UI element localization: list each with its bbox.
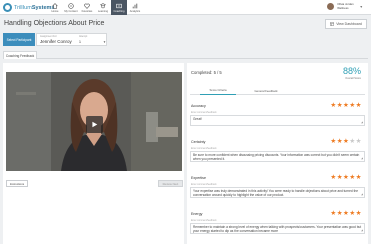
- criterion-name: Energy: [191, 212, 203, 216]
- play-icon: [92, 121, 98, 128]
- learning-icon: [100, 2, 106, 8]
- coaching-icon: [116, 3, 122, 8]
- star-rating[interactable]: ★★★★★: [330, 102, 362, 109]
- feedback-field-label: Enter comment/feedback: [191, 184, 217, 186]
- feedback-field-label: Enter comment/feedback: [191, 148, 217, 150]
- nav-my-content[interactable]: My Content: [63, 0, 79, 15]
- overall-score-label: Overall Score: [345, 77, 361, 80]
- user-role: Wellness: [337, 5, 349, 10]
- select-participant-button[interactable]: Select Participant: [3, 33, 35, 46]
- resize-handle-icon[interactable]: ◢: [361, 193, 363, 197]
- feedback-textarea[interactable]: Remember to maintain a strong level of e…: [190, 223, 365, 234]
- attempt-select[interactable]: 1: [79, 40, 81, 44]
- top-bar: TrillIumSystems Home My Content Favorite…: [0, 0, 371, 15]
- feedback-text: Remember to maintain a strong level of e…: [193, 225, 362, 234]
- nav-coaching-label: Coaching: [113, 9, 125, 13]
- assignment-selector: Assignment For Jennifer Conroy Attempt 1…: [36, 33, 107, 46]
- nav-my-content-label: My Content: [64, 9, 78, 13]
- star-icon[interactable]: ★: [356, 174, 362, 181]
- dashboard-icon: [330, 22, 334, 26]
- nav-favorites[interactable]: Favorites: [79, 0, 95, 15]
- play-button[interactable]: [86, 116, 103, 133]
- feedback-textarea[interactable]: Great! ◢: [190, 115, 365, 126]
- video-player[interactable]: [6, 72, 182, 171]
- resize-handle-icon[interactable]: ◢: [361, 157, 363, 161]
- feedback-text: Great!: [193, 117, 202, 121]
- user-info: Olivia Jordan Wellness: [337, 2, 353, 10]
- nav-home[interactable]: Home: [47, 0, 63, 15]
- feedback-field-label: Enter comment/feedback: [191, 112, 217, 114]
- assignment-label: Assignment For: [40, 35, 57, 38]
- logo-icon: [3, 3, 12, 12]
- tab-coaching-feedback[interactable]: Coaching Feedback: [3, 51, 37, 59]
- home-icon: [52, 2, 58, 9]
- feedback-text: Your expertise was truly demonstrated in…: [193, 189, 359, 198]
- overall-score: 88%: [342, 66, 361, 76]
- nav-learning[interactable]: Learning: [95, 0, 111, 15]
- page-title: Handling Objections About Price: [4, 20, 105, 27]
- heart-icon: [84, 3, 90, 9]
- star-rating[interactable]: ★★★★★: [330, 174, 362, 181]
- review-next-button[interactable]: Review Next: [158, 180, 183, 187]
- chevron-down-icon: ▼: [359, 4, 363, 9]
- view-dashboard-button[interactable]: View Dashboard: [325, 19, 367, 29]
- nav-coaching[interactable]: Coaching: [111, 0, 127, 15]
- feed-icon: [68, 2, 74, 9]
- instructions-button[interactable]: Instructions: [6, 180, 28, 187]
- avatar: [327, 3, 335, 11]
- star-icon[interactable]: ★: [356, 102, 362, 109]
- nav-favorites-label: Favorites: [81, 9, 93, 13]
- tab-general-feedback[interactable]: General Feedback: [246, 86, 286, 95]
- video-panel: Instructions Review Next: [3, 63, 184, 244]
- feedback-panel: Completed: 5 / 5 88% Overall Score Score…: [187, 63, 368, 244]
- feedback-field-label: Enter comment/feedback: [191, 220, 217, 222]
- star-icon[interactable]: ★: [356, 138, 362, 145]
- analytics-icon: [132, 3, 138, 8]
- star-rating[interactable]: ★★★★★: [330, 138, 362, 145]
- main-nav: Home My Content Favorites Learning Coach…: [47, 0, 143, 15]
- feedback-tabs: Score Criteria General Feedback: [190, 86, 365, 95]
- feedback-textarea[interactable]: Be sure to more confident when discussin…: [190, 151, 365, 162]
- tab-score-criteria[interactable]: Score Criteria: [200, 86, 236, 95]
- completed-count: Completed: 5 / 5: [191, 70, 222, 75]
- nav-analytics[interactable]: Analytics: [127, 0, 143, 15]
- attempt-label: Attempt: [79, 35, 88, 38]
- criterion-name: Certainty: [191, 140, 206, 144]
- star-icon[interactable]: ★: [356, 210, 362, 217]
- feedback-textarea[interactable]: Your expertise was truly demonstrated in…: [190, 187, 365, 198]
- nav-home-label: Home: [51, 9, 59, 13]
- assignee-name: Jennifer Conroy: [40, 39, 72, 44]
- star-rating[interactable]: ★★★★★: [330, 210, 362, 217]
- feedback-text: Be sure to more confident when discussin…: [193, 153, 360, 162]
- nav-analytics-label: Analytics: [129, 9, 141, 13]
- tab-bar: Coaching Feedback: [3, 51, 368, 59]
- criterion-name: Accuracy: [191, 104, 206, 108]
- chevron-down-icon[interactable]: ▼: [103, 40, 106, 44]
- user-menu[interactable]: Olivia Jordan Wellness ▼: [327, 2, 363, 11]
- resize-handle-icon[interactable]: ◢: [361, 229, 363, 233]
- nav-learning-label: Learning: [97, 9, 109, 13]
- resize-handle-icon[interactable]: ◢: [361, 121, 363, 125]
- view-dashboard-label: View Dashboard: [336, 22, 362, 26]
- criterion-name: Expertise: [191, 176, 206, 180]
